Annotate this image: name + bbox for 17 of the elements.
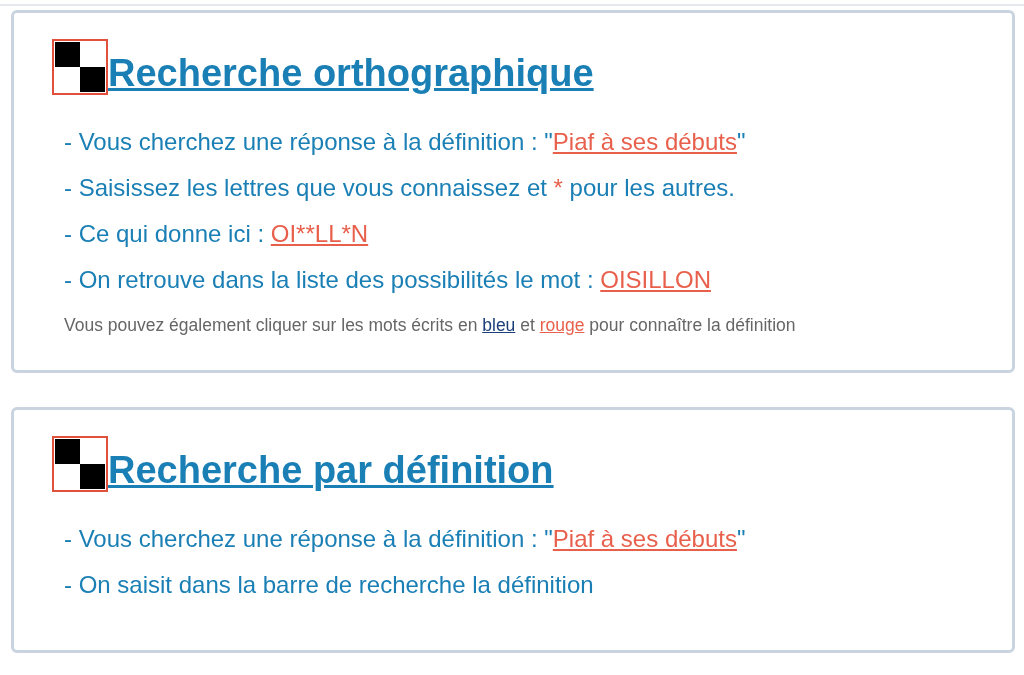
instruction-line: - Saisissez les lettres que vous connaissez et * pour les autres.: [64, 173, 736, 203]
hint-text: Vous pouvez également cliquer sur les mots écrits en bleu et rouge pour connaître la définition: [64, 315, 797, 336]
word-link[interactable]: OISILLON: [600, 266, 711, 293]
section-title-link[interactable]: Recherche orthographique: [108, 51, 594, 95]
word-link[interactable]: bleu: [482, 315, 516, 335]
instruction-line: - On retrouve dans la liste des possibilités le mot : OISILLON: [64, 265, 712, 295]
word-link[interactable]: OI**LL*N: [270, 220, 369, 247]
word-link[interactable]: rouge: [539, 315, 585, 335]
word-link[interactable]: Piaf à ses débuts: [552, 525, 737, 552]
checkerboard-icon: [52, 436, 108, 492]
instruction-line: - Vous cherchez une réponse à la définition : "Piaf à ses débuts": [64, 524, 747, 554]
checkerboard-icon: [52, 39, 108, 95]
word-link[interactable]: Piaf à ses débuts: [552, 128, 737, 155]
section-title-link[interactable]: Recherche par définition: [108, 448, 554, 492]
instruction-line: - Ce qui donne ici : OI**LL*N: [64, 219, 370, 249]
instruction-line: - Vous cherchez une réponse à la définition : "Piaf à ses débuts": [64, 127, 747, 157]
instruction-line: - On saisit dans la barre de recherche la définition: [64, 570, 595, 600]
